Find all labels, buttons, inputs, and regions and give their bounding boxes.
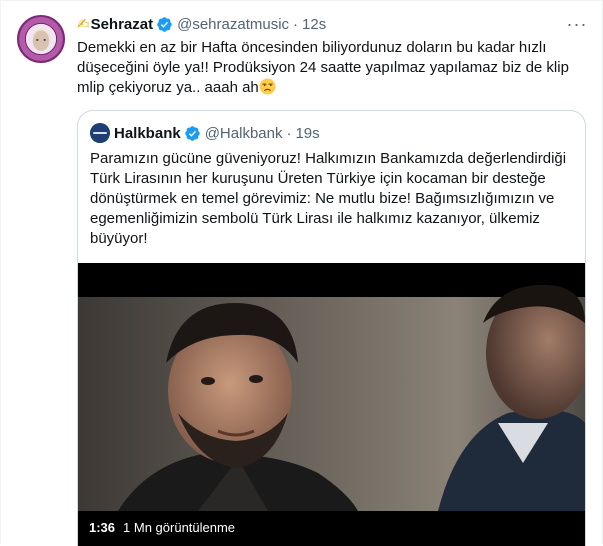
- quoted-tweet-timestamp[interactable]: 19s: [295, 125, 319, 142]
- video-stats: 1:36 1 Mn görüntülenme: [89, 517, 235, 537]
- quoted-author-display-name[interactable]: Halkbank: [114, 125, 181, 142]
- tweet-body: Demekki en az bir Hafta öncesinden biliy…: [77, 39, 569, 96]
- tweet-timestamp[interactable]: 12s: [302, 16, 326, 33]
- quoted-author-handle[interactable]: @Halkbank: [205, 125, 283, 142]
- video-view-count: 1 Mn görüntülenme: [123, 519, 236, 535]
- video-duration: 1:36: [89, 519, 116, 535]
- more-options-icon[interactable]: ···: [566, 13, 588, 35]
- separator-dot: ·: [286, 124, 292, 142]
- quoted-tweet-header: Halkbank @Halkbank · 19s: [90, 123, 320, 143]
- avatar[interactable]: [17, 15, 65, 63]
- unamused-face-emoji-icon: [259, 78, 276, 95]
- verified-badge-icon: [184, 125, 200, 141]
- author-handle[interactable]: @sehrazatmusic: [177, 16, 289, 33]
- pen-emoji-icon: ✍: [77, 16, 90, 33]
- author-display-name[interactable]: Sehrazat: [91, 16, 154, 33]
- tweet-text: Demekki en az bir Hafta öncesinden biliy…: [77, 38, 587, 98]
- quoted-tweet[interactable]: Halkbank @Halkbank · 19s Paramızın gücün…: [77, 110, 586, 546]
- tweet[interactable]: ✍ Sehrazat @sehrazatmusic · 12s ··· Deme…: [0, 0, 603, 546]
- video-frame: [78, 263, 585, 546]
- halkbank-logo-icon[interactable]: [90, 123, 110, 143]
- quoted-tweet-text: Paramızın gücüne güveniyoruz! Halkımızın…: [90, 150, 567, 247]
- separator-dot: ·: [293, 15, 299, 33]
- tweet-header: ✍ Sehrazat @sehrazatmusic · 12s: [77, 14, 326, 34]
- verified-badge-icon: [157, 16, 172, 32]
- video-player[interactable]: 1:36 1 Mn görüntülenme: [78, 263, 585, 546]
